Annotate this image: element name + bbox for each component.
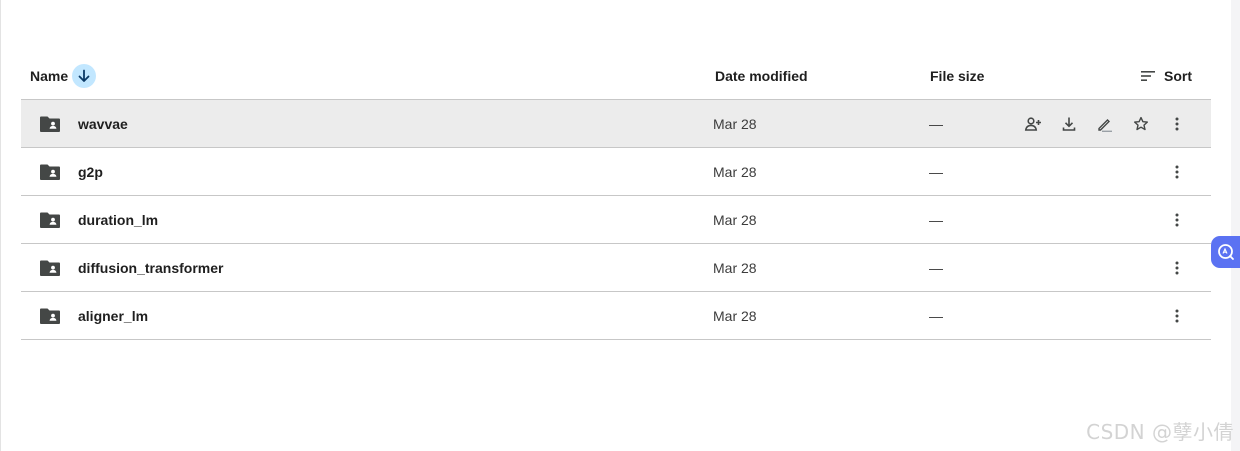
column-date-label: Date modified	[715, 67, 808, 84]
row-actions	[1159, 148, 1195, 195]
more-vert-icon[interactable]	[1159, 250, 1195, 286]
right-scroll-strip	[1231, 0, 1240, 451]
row-actions	[1159, 196, 1195, 243]
file-list-header: Name Date modified File size Sort	[21, 52, 1211, 100]
column-name-header[interactable]: Name	[30, 52, 97, 99]
column-date-header[interactable]: Date modified	[715, 52, 808, 99]
more-vert-icon[interactable]	[1159, 154, 1195, 190]
shared-folder-icon	[39, 292, 61, 339]
arrow-down-icon[interactable]	[72, 63, 97, 88]
more-vert-icon[interactable]	[1159, 106, 1195, 142]
file-size: —	[929, 211, 943, 228]
date-modified: Mar 28	[713, 211, 757, 228]
row-actions	[1015, 100, 1195, 147]
file-name[interactable]: aligner_lm	[78, 292, 148, 339]
more-vert-icon[interactable]	[1159, 298, 1195, 334]
shared-folder-icon	[39, 100, 61, 147]
file-name[interactable]: g2p	[78, 148, 103, 195]
table-row[interactable]: g2p Mar 28 —	[21, 148, 1211, 196]
shared-folder-icon	[39, 244, 61, 291]
column-size-header[interactable]: File size	[930, 52, 984, 99]
sort-button[interactable]: Sort	[1139, 52, 1192, 99]
shared-folder-icon	[39, 148, 61, 195]
translate-icon[interactable]	[1211, 236, 1240, 268]
sort-lines-icon	[1139, 67, 1157, 85]
file-size: —	[929, 259, 943, 276]
file-name[interactable]: diffusion_transformer	[78, 244, 223, 291]
date-modified: Mar 28	[713, 115, 757, 132]
table-row[interactable]: wavvae Mar 28 —	[21, 100, 1211, 148]
column-size-label: File size	[930, 67, 985, 84]
star-icon[interactable]	[1123, 106, 1159, 142]
shared-folder-icon	[39, 196, 61, 243]
left-edge-divider	[0, 0, 1, 451]
more-vert-icon[interactable]	[1159, 202, 1195, 238]
date-modified: Mar 28	[713, 307, 757, 324]
file-size: —	[929, 307, 943, 324]
download-icon[interactable]	[1051, 106, 1087, 142]
table-row[interactable]: diffusion_transformer Mar 28 —	[21, 244, 1211, 292]
row-actions	[1159, 292, 1195, 339]
file-name[interactable]: duration_lm	[78, 196, 158, 243]
date-modified: Mar 28	[713, 163, 757, 180]
table-row[interactable]: duration_lm Mar 28 —	[21, 196, 1211, 244]
row-actions	[1159, 244, 1195, 291]
column-name-label: Name	[30, 67, 69, 84]
date-modified: Mar 28	[713, 259, 757, 276]
file-list: Name Date modified File size Sort wavvae…	[21, 52, 1211, 340]
watermark: CSDN @孽小倩	[1086, 420, 1234, 444]
rename-icon[interactable]	[1087, 106, 1123, 142]
table-row[interactable]: aligner_lm Mar 28 —	[21, 292, 1211, 340]
file-name[interactable]: wavvae	[78, 100, 128, 147]
file-size: —	[929, 163, 943, 180]
file-size: —	[929, 115, 943, 132]
sort-label: Sort	[1164, 67, 1192, 84]
share-icon[interactable]	[1015, 106, 1051, 142]
